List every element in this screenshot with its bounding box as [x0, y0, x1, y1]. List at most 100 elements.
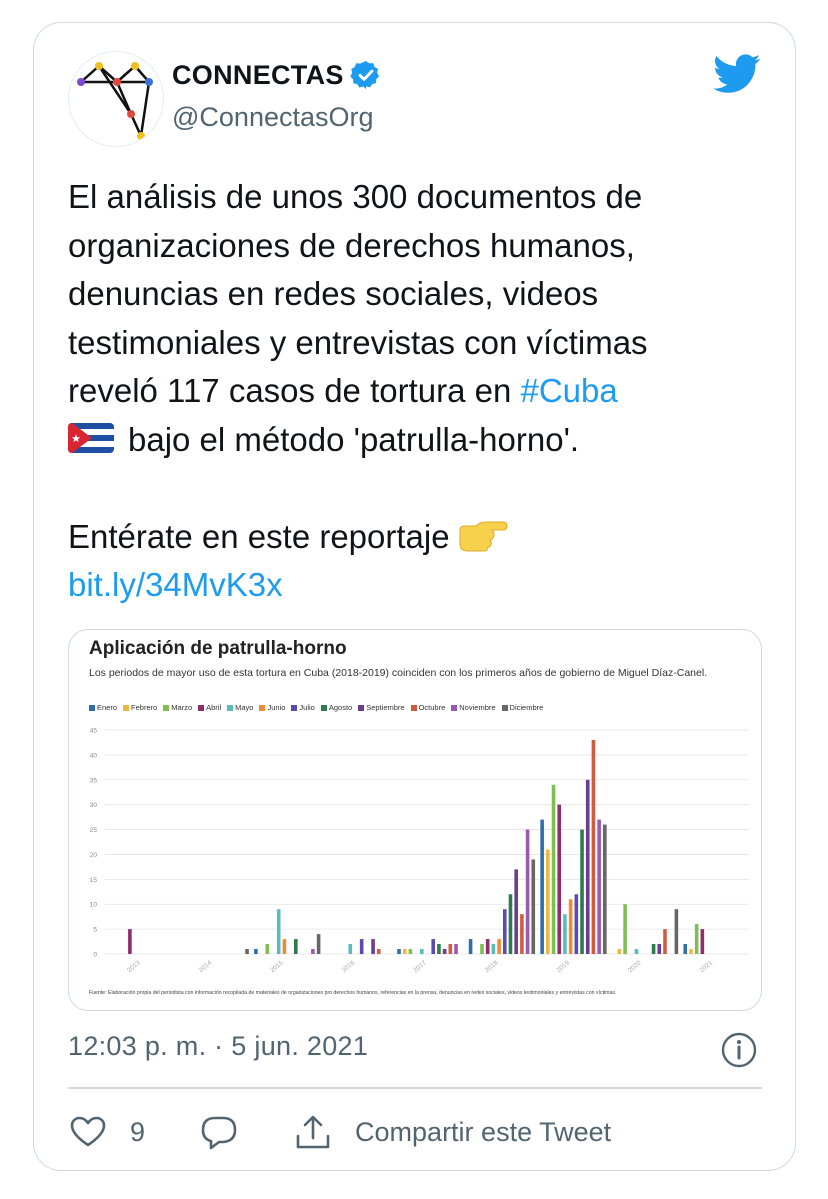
legend-item: Noviembre: [451, 703, 496, 712]
legend-label: Octubre: [418, 703, 446, 712]
bar-mayo-2018: [491, 944, 496, 954]
bar-noviembre-2017: [454, 944, 458, 954]
x-tick-label: 2020: [627, 959, 643, 974]
tweet-timestamp[interactable]: 12:03 p. m. · 5 jun. 2021: [68, 1031, 368, 1062]
avatar[interactable]: [68, 51, 164, 147]
bar-julio-2017: [431, 939, 436, 954]
chart-image-card[interactable]: Aplicación de patrulla-horno Los periodo…: [68, 629, 762, 1011]
tweet-line: bajo el método 'patrulla-horno'.: [128, 420, 580, 458]
bar-agosto-2017: [437, 944, 441, 954]
legend-label: Noviembre: [459, 703, 496, 712]
legend-item: Septiembre: [358, 703, 405, 712]
bar-agosto-2020: [651, 944, 656, 954]
bar-marzo-2021: [694, 924, 699, 954]
bar-mayo-2020: [634, 949, 639, 954]
bar-diciembre-2019: [603, 824, 607, 954]
bar-septiembre-2020: [657, 944, 662, 954]
legend-item: Julio: [291, 703, 315, 712]
legend-item: Octubre: [410, 703, 446, 712]
account-handle[interactable]: @ConnectasOrg: [172, 102, 374, 133]
bar-agosto-2019: [580, 829, 584, 954]
legend-label: Febrero: [131, 703, 158, 712]
legend-item: Diciembre: [501, 703, 544, 712]
legend-item: Marzo: [163, 703, 192, 712]
action-bar: 9 Compartir este Tweet: [68, 1109, 611, 1155]
bar-enero-2015: [254, 949, 258, 954]
legend-item: Enero: [89, 703, 117, 712]
bar-septiembre-2016: [371, 939, 375, 954]
legend-label: Agosto: [328, 703, 353, 712]
legend-item: Febrero: [123, 703, 157, 712]
chart-title: Aplicación de patrulla-horno: [89, 638, 347, 659]
x-tick-label: 2016: [341, 959, 357, 974]
connectas-logo-icon: [77, 62, 153, 140]
reply-button[interactable]: [199, 1112, 239, 1152]
bar-diciembre-2014: [245, 949, 249, 954]
x-tick-label: 2018: [484, 959, 500, 974]
bar-junio-2018: [497, 939, 501, 954]
article-link[interactable]: bit.ly/34MvK3x: [68, 566, 283, 603]
divider: [68, 1087, 762, 1089]
legend-item: Mayo: [227, 703, 253, 712]
bar-diciembre-2018: [531, 859, 536, 954]
x-tick-label: 2017: [412, 959, 428, 974]
legend-swatch: [227, 704, 234, 711]
legend-swatch: [198, 704, 205, 711]
legend-swatch: [358, 704, 365, 711]
cuba-flag-icon: [68, 422, 114, 453]
tweet-line: reveló 117 casos de tortura en: [68, 372, 521, 409]
hashtag-link[interactable]: #Cuba: [521, 372, 618, 409]
legend-label: Diciembre: [509, 703, 544, 712]
bar-octubre-2017: [448, 944, 453, 954]
account-name[interactable]: CONNECTAS: [172, 60, 344, 91]
bar-abril-2019: [557, 804, 562, 954]
share-button[interactable]: Compartir este Tweet: [293, 1112, 611, 1152]
bar-octubre-2018: [520, 914, 524, 954]
chart-legend: Enero Febrero Marzo Abril Mayo Junio Julio Agos…: [89, 703, 543, 712]
account-name-row[interactable]: CONNECTAS: [172, 59, 382, 91]
bar-marzo-2020: [623, 904, 627, 954]
like-button[interactable]: 9: [68, 1112, 145, 1152]
y-tick-label: 0: [93, 952, 97, 959]
legend-label: Septiembre: [366, 703, 405, 712]
bar-mayo-2015: [276, 909, 281, 954]
bar-julio-2019: [574, 894, 579, 954]
bar-julio-2016: [359, 939, 364, 954]
bar-marzo-2019: [551, 784, 556, 954]
bar-octubre-2019: [591, 739, 596, 954]
legend-item: Junio: [259, 703, 285, 712]
bar-abril-2018: [485, 939, 490, 954]
bar-febrero-2020: [617, 949, 622, 954]
legend-swatch: [410, 704, 417, 711]
bar-marzo-2017: [408, 949, 413, 954]
bar-noviembre-2015: [311, 949, 315, 954]
y-tick-label: 30: [90, 802, 98, 809]
tweet-card: CONNECTAS @ConnectasOrg El análisis de u…: [33, 22, 796, 1171]
bar-abril-2021: [700, 929, 705, 954]
bar-noviembre-2019: [597, 819, 601, 954]
bar-febrero-2021: [689, 949, 693, 954]
legend-swatch: [89, 704, 95, 711]
reply-bubble-icon: [201, 1116, 237, 1150]
legend-label: Junio: [267, 703, 286, 712]
legend-label: Abril: [206, 703, 222, 712]
y-tick-label: 10: [90, 902, 98, 909]
bar-enero-2019: [540, 819, 544, 954]
legend-item: Agosto: [320, 703, 353, 712]
legend-swatch: [320, 704, 327, 711]
bar-septiembre-2018: [514, 869, 518, 954]
bar-junio-2015: [282, 939, 287, 954]
bar-mayo-2016: [348, 944, 353, 954]
legend-label: Enero: [97, 703, 118, 712]
x-tick-label: 2014: [198, 959, 214, 974]
bar-septiembre-2017: [442, 949, 447, 954]
tweet-line: organizaciones de derechos humanos,: [68, 226, 635, 264]
y-tick-label: 35: [90, 777, 98, 784]
tweet-line: denuncias en redes sociales, videos: [68, 275, 599, 312]
like-count: 9: [130, 1116, 146, 1147]
y-tick-label: 25: [90, 827, 98, 834]
info-icon[interactable]: [720, 1031, 758, 1069]
twitter-bird-icon[interactable]: [713, 53, 761, 95]
bar-enero-2018: [468, 939, 473, 954]
y-tick-label: 20: [90, 852, 98, 859]
